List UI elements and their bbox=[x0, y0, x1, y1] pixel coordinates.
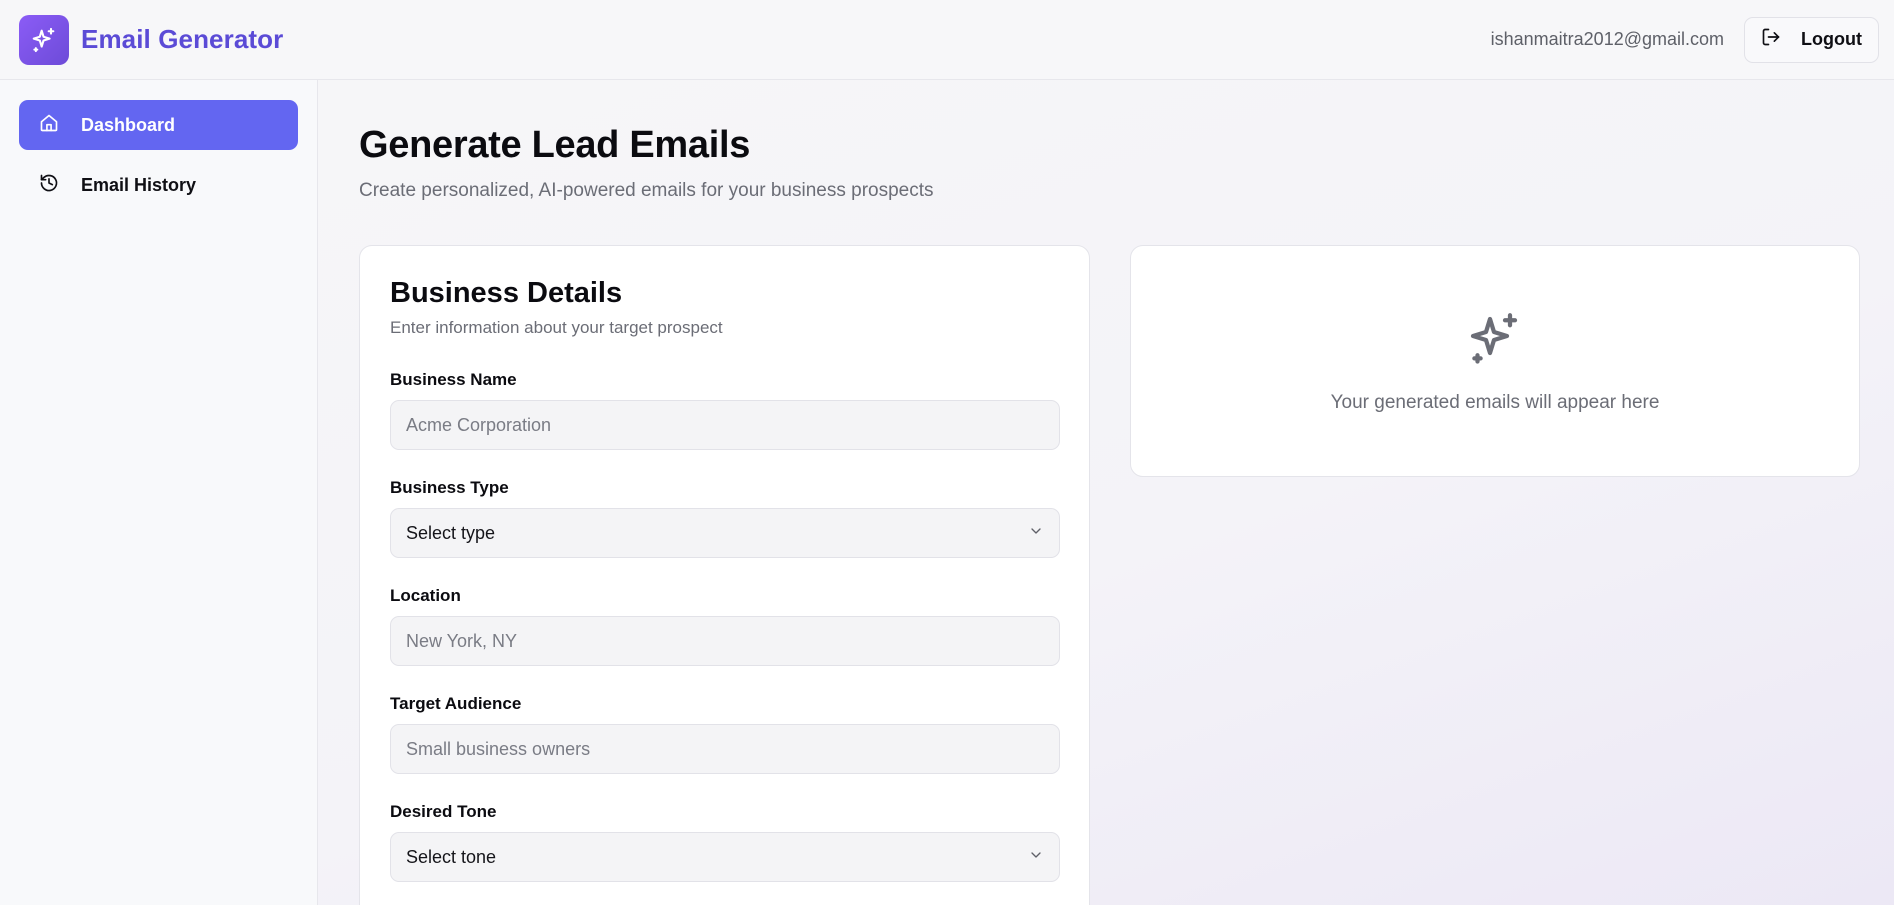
logout-button[interactable]: Logout bbox=[1744, 16, 1879, 63]
business-name-input[interactable] bbox=[390, 400, 1060, 450]
chevron-down-icon bbox=[1028, 523, 1044, 544]
sidebar-item-label: Dashboard bbox=[81, 114, 176, 135]
business-details-card: Business Details Enter information about… bbox=[359, 245, 1090, 905]
sidebar-item-label: Email History bbox=[81, 174, 197, 195]
business-name-label: Business Name bbox=[390, 370, 517, 389]
generated-emails-card: Your generated emails will appear here bbox=[1130, 245, 1860, 477]
page-subtitle: Create personalized, AI-powered emails f… bbox=[359, 180, 934, 201]
header-right: ishanmaitra2012@gmail.com Logout bbox=[1490, 16, 1879, 63]
location-label: Location bbox=[390, 586, 461, 605]
user-email: ishanmaitra2012@gmail.com bbox=[1490, 29, 1725, 49]
business-type-value: Select type bbox=[406, 522, 496, 543]
desired-tone-select[interactable]: Select tone bbox=[390, 832, 1060, 882]
sidebar: Dashboard Email History bbox=[0, 80, 318, 905]
desired-tone-label: Desired Tone bbox=[390, 802, 497, 821]
desired-tone-value: Select tone bbox=[406, 846, 497, 867]
location-input[interactable] bbox=[390, 616, 1060, 666]
card-title: Business Details bbox=[390, 277, 623, 309]
sparkles-logo-icon bbox=[19, 14, 69, 65]
business-type-label: Business Type bbox=[390, 478, 509, 497]
logout-label: Logout bbox=[1801, 29, 1862, 49]
sidebar-item-dashboard[interactable]: Dashboard bbox=[19, 100, 298, 150]
empty-state-text: Your generated emails will appear here bbox=[1330, 391, 1660, 413]
app-title: Email Generator bbox=[81, 24, 284, 54]
target-audience-input[interactable] bbox=[390, 724, 1060, 774]
logout-icon bbox=[1761, 27, 1781, 52]
chevron-down-icon bbox=[1028, 847, 1044, 868]
home-icon bbox=[39, 113, 59, 138]
brand[interactable]: Email Generator bbox=[19, 14, 284, 65]
top-header: Email Generator ishanmaitra2012@gmail.co… bbox=[0, 0, 1894, 80]
card-subtitle: Enter information about your target pros… bbox=[390, 318, 723, 337]
business-type-select[interactable]: Select type bbox=[390, 508, 1060, 558]
target-audience-label: Target Audience bbox=[390, 694, 522, 713]
page-title: Generate Lead Emails bbox=[359, 124, 751, 166]
history-icon bbox=[39, 173, 59, 198]
sparkles-icon bbox=[1465, 309, 1525, 374]
sidebar-item-email-history[interactable]: Email History bbox=[19, 160, 298, 210]
main-content: Generate Lead Emails Create personalized… bbox=[318, 80, 1894, 905]
